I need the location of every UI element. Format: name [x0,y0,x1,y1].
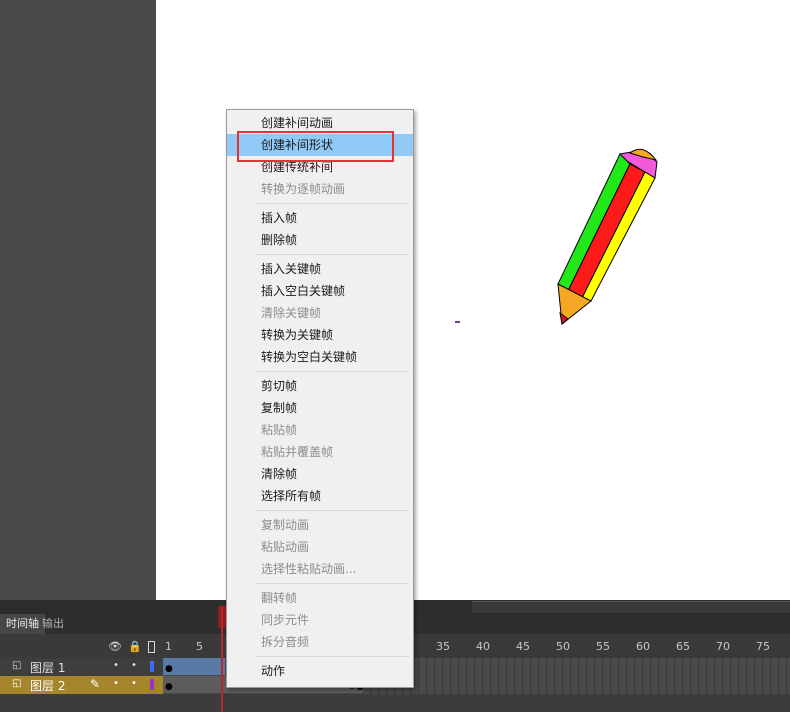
menu-separator [257,203,409,204]
keyframe-dot[interactable]: ● [165,682,173,692]
layer-icon: ◱ [12,660,22,671]
menu-separator [257,371,409,372]
menu-item-paste-motion: 粘贴动画 [261,540,310,554]
menu-item-convert-to-keyframe[interactable]: 转换为关键帧 [227,324,413,346]
ruler-label: 60 [636,640,650,653]
menu-item-insert-frame[interactable]: 插入帧 [227,207,413,229]
menu-item-select-all-frames[interactable]: 选择所有帧 [227,485,413,507]
visibility-dot[interactable]: • [113,678,119,689]
menu-item-reverse-frames: 翻转帧 [261,591,298,605]
playhead[interactable] [221,606,223,712]
menu-item-copy-motion: 复制动画 [261,518,310,532]
annotation-highlight-box [237,131,394,162]
ruler-label: 40 [476,640,490,653]
menu-item-copy-frames[interactable]: 复制帧 [227,397,413,419]
menu-separator [257,583,409,584]
lock-dot[interactable]: • [131,678,137,689]
menu-item-synchronize-symbols: 同步元件 [261,613,310,627]
layer-color-swatch[interactable] [150,661,154,672]
ruler-label: 45 [516,640,530,653]
layer-row-1[interactable]: ◱ 图层 1 • • [0,658,163,676]
ruler-label: 50 [556,640,570,653]
ruler-label: 5 [196,640,203,653]
keyframe-dot[interactable]: ● [165,664,173,674]
layer-row-2[interactable]: ◱ 图层 2 ✎ • • [0,676,163,694]
ruler-label: 55 [596,640,610,653]
menu-item-paste-motion-special: 选择性粘贴动画... [261,562,357,576]
ruler-label: 70 [716,640,730,653]
lock-dot[interactable]: • [131,660,137,671]
menu-item-actions[interactable]: 动作 [227,660,413,682]
pencil-edit-icon: ✎ [90,677,101,691]
layer-color-swatch[interactable] [150,679,154,690]
layer-icon: ◱ [12,678,22,689]
ruler-label: 65 [676,640,690,653]
menu-separator [257,254,409,255]
menu-item-insert-keyframe[interactable]: 插入关键帧 [227,258,413,280]
menu-separator [257,656,409,657]
context-menu: 创建补间动画 创建补间形状 创建传统补间 转换为逐帧动画 插入帧 删除帧 插入关… [226,109,414,688]
menu-item-clear-frames[interactable]: 清除帧 [227,463,413,485]
horizontal-scrollbar[interactable] [472,601,790,613]
ruler-label: 75 [756,640,770,653]
menu-item-insert-blank-keyframe[interactable]: 插入空白关键帧 [227,280,413,302]
menu-item-paste-frames: 粘贴帧 [261,423,298,437]
layer-name[interactable]: 图层 2 [30,677,65,694]
menu-item-convert-to-frame-by-frame: 转换为逐帧动画 [261,182,346,196]
eye-icon[interactable]: 👁 [108,640,122,653]
menu-separator [257,510,409,511]
menu-item-convert-to-blank-keyframe[interactable]: 转换为空白关键帧 [227,346,413,368]
lock-icon[interactable]: 🔒 [128,640,142,653]
visibility-dot[interactable]: • [113,660,119,671]
ruler-label: 35 [436,640,450,653]
stage-registration-mark [455,321,460,323]
layer-name[interactable]: 图层 1 [30,659,65,676]
menu-item-split-audio: 拆分音频 [261,635,310,649]
outline-icon[interactable] [148,641,155,653]
menu-item-paste-and-overwrite-frames: 粘贴并覆盖帧 [261,445,334,459]
tab-output[interactable]: 输出 [36,614,70,634]
pasteboard [0,0,156,600]
menu-item-remove-frames[interactable]: 删除帧 [227,229,413,251]
ruler-label: 1 [165,640,172,653]
pencil-drawing[interactable] [548,146,668,330]
menu-item-cut-frames[interactable]: 剪切帧 [227,375,413,397]
menu-item-clear-keyframe: 清除关键帧 [261,306,322,320]
